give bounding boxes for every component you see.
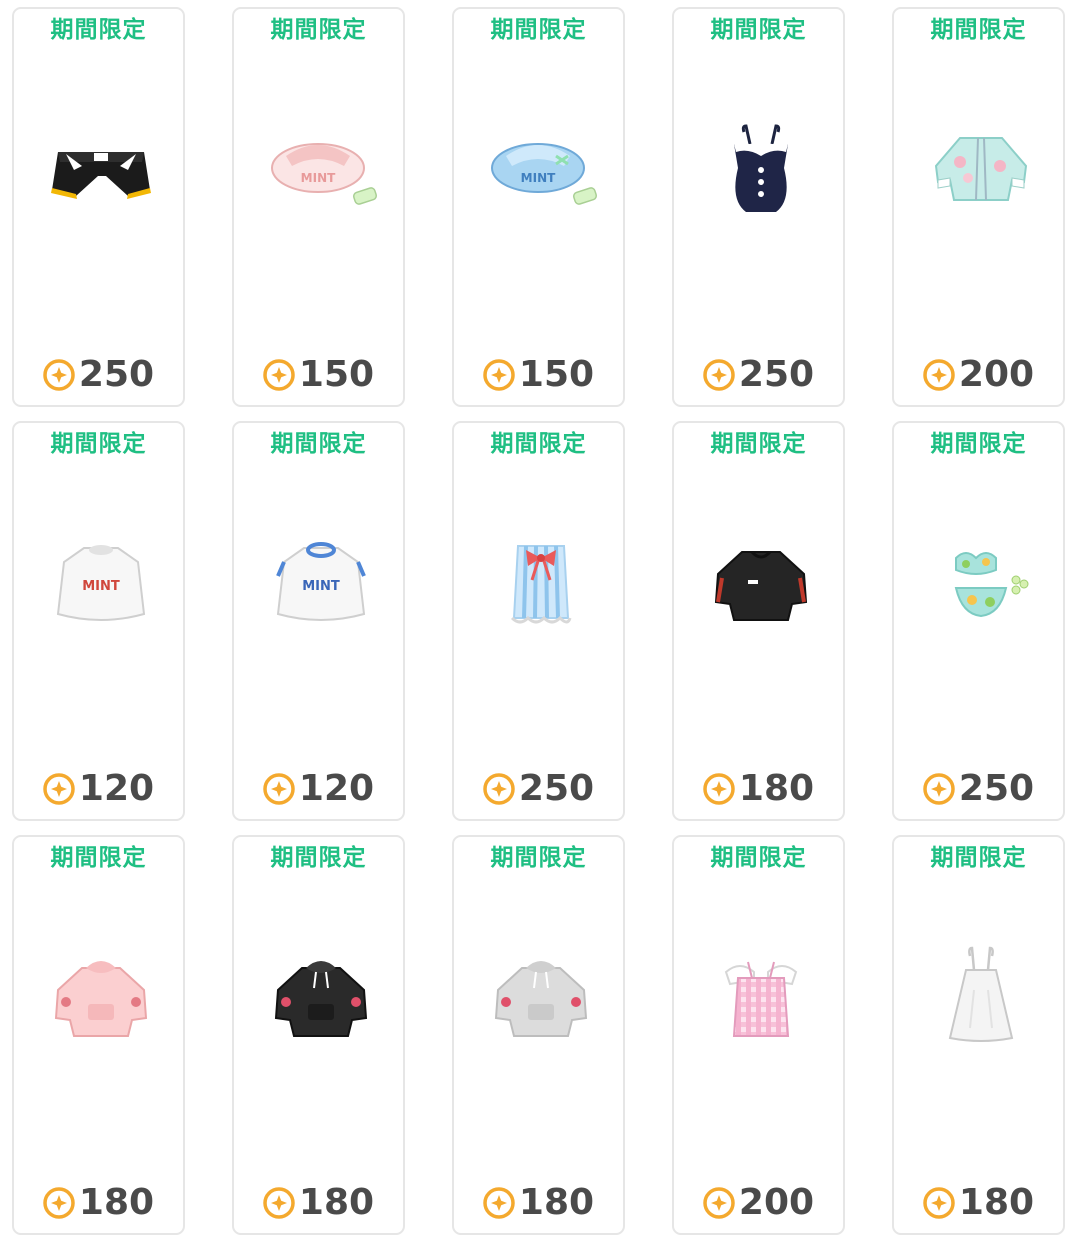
limited-time-label: 期間限定 xyxy=(930,431,1027,457)
item-card[interactable]: 期間限定 250 xyxy=(892,421,1065,821)
price-value: 180 xyxy=(958,1182,1035,1223)
limited-time-label: 期間限定 xyxy=(270,845,367,871)
item-card[interactable]: 期間限定 250 xyxy=(672,7,845,407)
price: 180 xyxy=(14,1185,183,1221)
navy-swimsuit-icon xyxy=(734,124,788,212)
price-value: 250 xyxy=(78,354,155,395)
price: 150 xyxy=(454,357,623,393)
price-value: 180 xyxy=(78,1182,155,1223)
price: 180 xyxy=(454,1185,623,1221)
limited-time-label: 期間限定 xyxy=(710,431,807,457)
coin-icon xyxy=(703,773,735,805)
coin-icon xyxy=(703,359,735,391)
coin-icon xyxy=(923,1187,955,1219)
svg-text:MINT: MINT xyxy=(82,579,120,594)
black-shorts-icon xyxy=(51,152,151,199)
coin-icon xyxy=(923,773,955,805)
price-value: 120 xyxy=(298,768,375,809)
price: 250 xyxy=(894,771,1063,807)
price-value: 150 xyxy=(298,354,375,395)
limited-time-label: 期間限定 xyxy=(710,845,807,871)
limited-time-label: 期間限定 xyxy=(490,431,587,457)
item-card[interactable]: 期間限定 180 xyxy=(892,835,1065,1235)
limited-time-label: 期間限定 xyxy=(50,17,147,43)
coin-icon xyxy=(483,359,515,391)
coin-icon xyxy=(43,773,75,805)
item-card[interactable]: 期間限定 200 xyxy=(892,7,1065,407)
price-value: 200 xyxy=(738,1182,815,1223)
price-value: 180 xyxy=(738,768,815,809)
price: 180 xyxy=(674,771,843,807)
price-value: 120 xyxy=(78,768,155,809)
coin-icon xyxy=(263,1187,295,1219)
mint-floral-jacket-icon xyxy=(934,137,1028,201)
price: 120 xyxy=(234,771,403,807)
coin-icon xyxy=(263,359,295,391)
coin-icon xyxy=(923,359,955,391)
price: 150 xyxy=(234,357,403,393)
limited-time-label: 期間限定 xyxy=(490,17,587,43)
price-value: 180 xyxy=(518,1182,595,1223)
price-value: 150 xyxy=(518,354,595,395)
price-value: 180 xyxy=(298,1182,375,1223)
item-card[interactable]: 期間限定 250 xyxy=(452,421,625,821)
gray-rose-hoodie-icon xyxy=(494,961,588,1037)
pink-gingham-top-icon xyxy=(724,961,798,1037)
svg-text:MINT: MINT xyxy=(302,579,340,594)
coin-icon xyxy=(43,1187,75,1219)
item-card[interactable]: 期間限定 180 xyxy=(232,835,405,1235)
limited-time-label: 期間限定 xyxy=(270,431,367,457)
price: 180 xyxy=(234,1185,403,1221)
limited-time-label: 期間限定 xyxy=(930,845,1027,871)
price: 200 xyxy=(674,1185,843,1221)
price-value: 250 xyxy=(958,768,1035,809)
limited-time-label: 期間限定 xyxy=(710,17,807,43)
svg-text:MINT: MINT xyxy=(301,171,336,185)
svg-text:MINT: MINT xyxy=(521,171,556,185)
item-card[interactable]: 期間限定 250 xyxy=(12,7,185,407)
price: 200 xyxy=(894,357,1063,393)
black-track-jacket-icon xyxy=(714,550,808,621)
price-value: 250 xyxy=(518,768,595,809)
item-card[interactable]: 期間限定 MINT 150 xyxy=(232,7,405,407)
item-card[interactable]: 期間限定 180 xyxy=(452,835,625,1235)
coin-icon xyxy=(703,1187,735,1219)
price: 250 xyxy=(14,357,183,393)
limited-time-label: 期間限定 xyxy=(270,17,367,43)
item-card[interactable]: 期間限定 180 xyxy=(672,421,845,821)
blue-mint-cap-icon: MINT xyxy=(491,143,598,205)
limited-time-label: 期間限定 xyxy=(50,845,147,871)
item-card[interactable]: 期間限定 180 xyxy=(12,835,185,1235)
striped-ribbon-dress-icon xyxy=(510,545,572,624)
item-card[interactable]: 期間限定 MINT 120 xyxy=(232,421,405,821)
item-grid: 期間限定 250 期間限定 MINT 150 期間限定 MINT 150 期間限… xyxy=(12,7,1065,1235)
coin-icon xyxy=(483,773,515,805)
price: 250 xyxy=(674,357,843,393)
white-mint-tshirt-blue-icon: MINT xyxy=(276,542,366,621)
item-card[interactable]: 期間限定 200 xyxy=(672,835,845,1235)
price: 250 xyxy=(454,771,623,807)
coin-icon xyxy=(263,773,295,805)
black-rose-hoodie-icon xyxy=(274,961,368,1037)
white-mint-tshirt-red-icon: MINT xyxy=(56,545,146,621)
item-card[interactable]: 期間限定 MINT 120 xyxy=(12,421,185,821)
pink-mint-cap-icon: MINT xyxy=(271,143,378,205)
price: 120 xyxy=(14,771,183,807)
price: 180 xyxy=(894,1185,1063,1221)
item-card[interactable]: 期間限定 MINT 150 xyxy=(452,7,625,407)
coin-icon xyxy=(43,359,75,391)
coin-icon xyxy=(483,1187,515,1219)
price-value: 250 xyxy=(738,354,815,395)
limited-time-label: 期間限定 xyxy=(50,431,147,457)
fruit-bikini-icon xyxy=(954,552,1029,618)
white-slip-dress-icon xyxy=(948,946,1014,1042)
pink-rose-hoodie-icon xyxy=(54,961,148,1037)
price-value: 200 xyxy=(958,354,1035,395)
limited-time-label: 期間限定 xyxy=(930,17,1027,43)
limited-time-label: 期間限定 xyxy=(490,845,587,871)
